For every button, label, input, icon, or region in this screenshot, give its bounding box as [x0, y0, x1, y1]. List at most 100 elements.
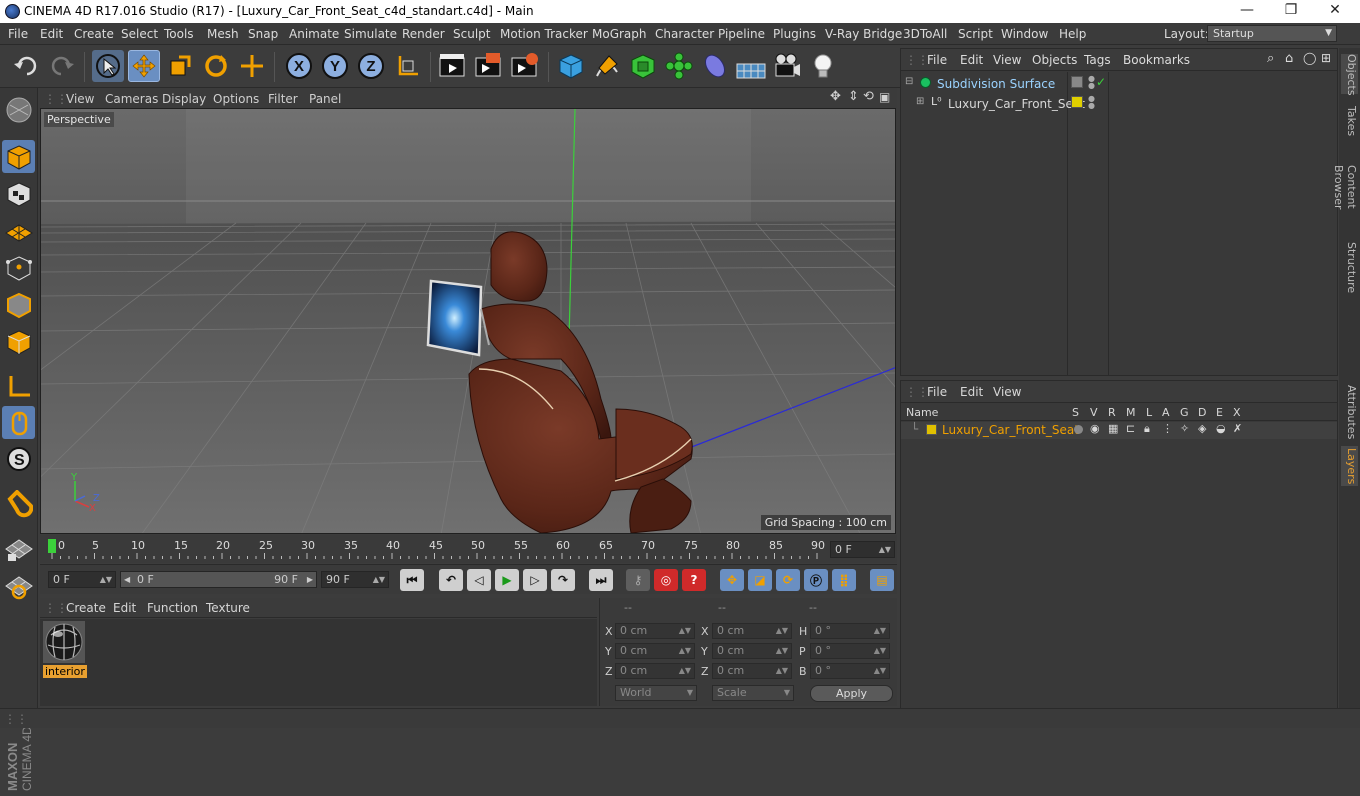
menu-create[interactable]: Create: [74, 27, 114, 41]
add-cube-button[interactable]: [555, 50, 587, 82]
layer-swatch-empty[interactable]: [1071, 76, 1083, 88]
tab-structure[interactable]: Structure: [1341, 242, 1358, 294]
menu-animate[interactable]: Animate: [289, 27, 339, 41]
menu-simulate[interactable]: Simulate: [344, 27, 397, 41]
pan-icon[interactable]: ✥: [830, 89, 841, 104]
previous-frame-button[interactable]: ◁: [467, 569, 491, 591]
menu-character[interactable]: Character: [655, 27, 714, 41]
tab-takes[interactable]: Takes: [1341, 104, 1358, 138]
object-menu-tags[interactable]: Tags: [1084, 53, 1111, 67]
size-z-field[interactable]: 0 cm ▲▼: [712, 663, 792, 679]
layer-flag-header[interactable]: X: [1233, 406, 1241, 419]
menu-window[interactable]: Window: [1001, 27, 1048, 41]
add-spline-pen-button[interactable]: [591, 50, 623, 82]
layer-flag-header[interactable]: V: [1090, 406, 1098, 419]
layer-menu-file[interactable]: File: [927, 385, 947, 399]
key-position-button[interactable]: ✥: [720, 569, 744, 591]
viewport-menu-view[interactable]: View: [66, 92, 94, 106]
record-keys-button[interactable]: ⚷: [626, 569, 650, 591]
mode-select[interactable]: Scale ▼: [712, 685, 794, 701]
add-subdivision-button[interactable]: [627, 50, 659, 82]
redo-button[interactable]: [46, 50, 78, 82]
play-button[interactable]: ▶: [495, 569, 519, 591]
scale-tool-button[interactable]: [164, 50, 196, 82]
next-frame-button[interactable]: ▷: [523, 569, 547, 591]
recent-tool-button[interactable]: [236, 50, 268, 82]
menu-vray-bridge[interactable]: V-Ray Bridge: [825, 27, 902, 41]
max-time-field[interactable]: 90 F ▲▼: [321, 571, 389, 588]
layer-menu-view[interactable]: View: [993, 385, 1021, 399]
restore-button[interactable]: ❐: [1276, 2, 1306, 20]
key-pla-button[interactable]: ⣿: [832, 569, 856, 591]
live-selection-button[interactable]: [92, 50, 124, 82]
layer-flag-header[interactable]: D: [1198, 406, 1206, 419]
add-light-button[interactable]: [807, 50, 839, 82]
animation-icon[interactable]: ⋮: [1162, 422, 1173, 435]
layer-menu-edit[interactable]: Edit: [960, 385, 983, 399]
apply-button[interactable]: Apply: [810, 685, 893, 702]
space-select[interactable]: World ▼: [615, 685, 697, 701]
layer-color-swatch[interactable]: [926, 424, 937, 435]
magnet-button[interactable]: [2, 487, 35, 520]
layer-row[interactable]: └ Luxury_Car_Front_Seat ◉ ▦ ⊏ 🔒︎ ⋮ ✧ ◈ ◒…: [901, 422, 1337, 439]
y-axis-lock-button[interactable]: Y: [319, 50, 351, 82]
edges-mode-button[interactable]: [2, 288, 35, 321]
material-item[interactable]: interior: [43, 621, 87, 678]
size-x-field[interactable]: 0 cm ▲▼: [712, 623, 792, 639]
minimize-button[interactable]: —: [1232, 2, 1262, 20]
tab-objects[interactable]: Objects: [1341, 54, 1358, 96]
render-to-picture-viewer-button[interactable]: [473, 50, 505, 82]
material-menu-function[interactable]: Function: [147, 601, 198, 615]
lock-icon[interactable]: 🔒︎: [1144, 422, 1150, 436]
x-axis-lock-button[interactable]: X: [283, 50, 315, 82]
menu-tools[interactable]: Tools: [164, 27, 194, 41]
current-frame-field[interactable]: 0 F ▲▼: [830, 541, 895, 558]
coordinate-system-button[interactable]: [392, 50, 424, 82]
playhead[interactable]: [48, 539, 56, 553]
add-floor-button[interactable]: [735, 50, 767, 82]
menu-plugins[interactable]: Plugins: [773, 27, 816, 41]
close-button[interactable]: ✕: [1320, 2, 1350, 20]
layer-flag-header[interactable]: M: [1126, 406, 1136, 419]
model-mode-button[interactable]: [2, 140, 35, 173]
polygons-mode-button[interactable]: [2, 325, 35, 358]
maximize-view-icon[interactable]: ▣: [879, 90, 890, 104]
generator-icon[interactable]: ✧: [1180, 422, 1189, 435]
material-menu-texture[interactable]: Texture: [206, 601, 250, 615]
menu-help[interactable]: Help: [1059, 27, 1086, 41]
layer-flag-header[interactable]: A: [1162, 406, 1170, 419]
add-camera-button[interactable]: [771, 50, 803, 82]
key-scale-button[interactable]: ◪: [748, 569, 772, 591]
enable-grid-button[interactable]: [2, 532, 35, 565]
expand-icon[interactable]: ⊞: [1321, 51, 1331, 65]
expression-icon[interactable]: ◒: [1216, 422, 1226, 435]
previous-key-button[interactable]: ↶: [439, 569, 463, 591]
material-menu-edit[interactable]: Edit: [113, 601, 136, 615]
new-view-icon[interactable]: ◯: [1303, 51, 1316, 65]
menu-motion-tracker[interactable]: Motion Tracker: [500, 27, 588, 41]
tweak-mode-button[interactable]: [2, 406, 35, 439]
menu-mograph[interactable]: MoGraph: [592, 27, 647, 41]
object-menu-edit[interactable]: Edit: [960, 53, 983, 67]
menu-edit[interactable]: Edit: [40, 27, 63, 41]
tab-layers[interactable]: Layers: [1341, 446, 1358, 486]
layer-flag-header[interactable]: S: [1072, 406, 1079, 419]
solo-toggle[interactable]: [1074, 425, 1083, 434]
pos-y-field[interactable]: 0 cm ▲▼: [615, 643, 695, 659]
workplane-mode-button[interactable]: [2, 214, 35, 247]
manager-icon[interactable]: ⊏: [1126, 422, 1135, 435]
go-to-start-button[interactable]: ⏮: [400, 569, 424, 591]
object-row[interactable]: ⊞ L⁰ Luxury_Car_Front_Seat ● ●: [901, 95, 1337, 113]
render-view-button[interactable]: [437, 50, 469, 82]
viewport-menu-options[interactable]: Options: [213, 92, 259, 106]
viewport-menu-panel[interactable]: Panel: [309, 92, 341, 106]
rot-p-field[interactable]: 0 ° ▲▼: [810, 643, 890, 659]
layer-flag-header[interactable]: E: [1216, 406, 1223, 419]
autokeying-button[interactable]: ◎: [654, 569, 678, 591]
timeline-window-button[interactable]: ▤: [870, 569, 894, 591]
home-icon[interactable]: ⌂: [1285, 51, 1293, 66]
add-array-button[interactable]: [663, 50, 695, 82]
object-menu-view[interactable]: View: [993, 53, 1021, 67]
snap-button[interactable]: S: [2, 442, 35, 475]
rot-b-field[interactable]: 0 ° ▲▼: [810, 663, 890, 679]
